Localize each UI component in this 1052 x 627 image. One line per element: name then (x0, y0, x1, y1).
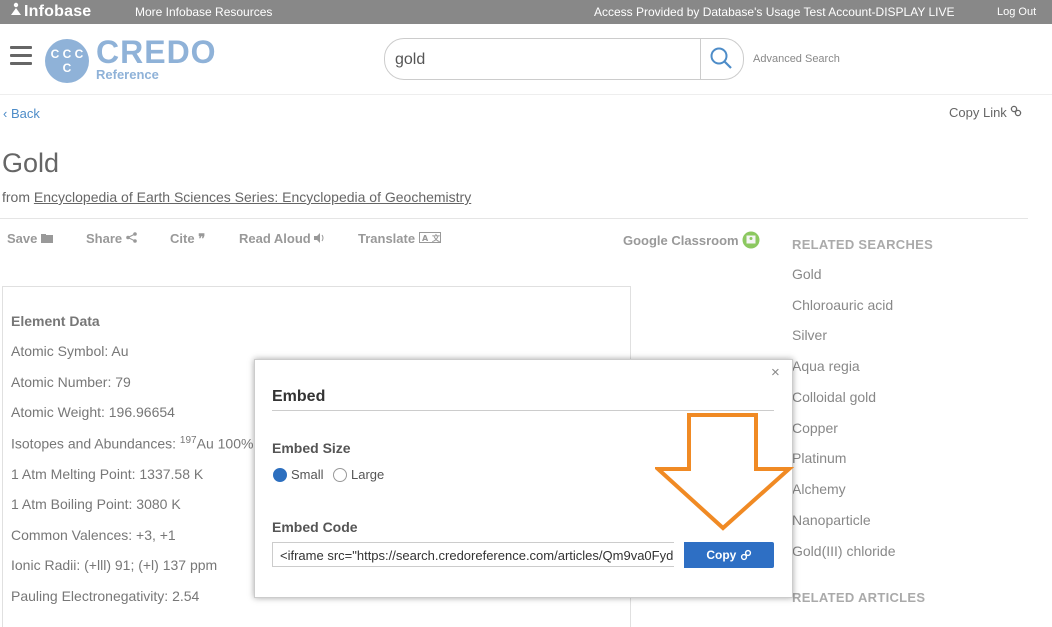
element-data-heading: Element Data (11, 313, 100, 329)
copy-button[interactable]: Copy (684, 542, 774, 568)
close-icon[interactable]: × (771, 364, 780, 381)
quote-icon: ❞ (198, 231, 206, 246)
atomic-number: Atomic Number: 79 (11, 374, 131, 390)
google-classroom-button[interactable]: Google Classroom (623, 231, 760, 249)
related-search-item[interactable]: Aqua regia (792, 358, 860, 374)
share-icon (125, 231, 137, 246)
advanced-search-link[interactable]: Advanced Search (753, 53, 840, 65)
share-button[interactable]: Share (86, 231, 137, 246)
top-bar: Infobase More Infobase Resources Access … (0, 0, 1052, 24)
embed-size-label: Embed Size (272, 440, 351, 456)
infobase-brand[interactable]: Infobase (10, 2, 91, 21)
size-small-label[interactable]: Small (291, 467, 324, 482)
related-search-item[interactable]: Nanoparticle (792, 512, 871, 528)
cite-button[interactable]: Cite ❞ (170, 231, 205, 247)
embed-code-field[interactable]: <iframe src="https://search.credoreferen… (272, 542, 674, 567)
related-articles-heading: RELATED ARTICLES (792, 590, 926, 605)
size-small-radio[interactable] (273, 468, 287, 482)
brand-label: Infobase (24, 3, 92, 20)
header: C C C C CREDO Reference gold Advanced Se… (0, 24, 1052, 95)
related-search-item[interactable]: Gold(III) chloride (792, 543, 895, 559)
related-search-item[interactable]: Colloidal gold (792, 389, 876, 405)
atomic-weight: Atomic Weight: 196.96654 (11, 404, 175, 420)
translate-button[interactable]: Translate A文 (358, 231, 441, 246)
copy-link-button[interactable]: Copy Link (949, 105, 1022, 120)
access-text: Access Provided by Database's Usage Test… (594, 5, 955, 19)
logout-link[interactable]: Log Out (997, 6, 1036, 18)
size-large-label[interactable]: Large (351, 467, 384, 482)
source-link[interactable]: Encyclopedia of Earth Sciences Series: E… (34, 189, 471, 205)
save-button[interactable]: Save (7, 231, 53, 246)
isotopes: Isotopes and Abundances: 197Au 100% (11, 435, 254, 452)
size-large-radio[interactable] (333, 468, 347, 482)
down-arrow-annotation (652, 412, 795, 537)
more-resources-link[interactable]: More Infobase Resources (135, 5, 272, 19)
credo-logo[interactable]: CREDO Reference (96, 36, 217, 82)
related-search-item[interactable]: Silver (792, 327, 827, 343)
link-icon (1010, 105, 1022, 120)
common-valences: Common Valences: +3, +1 (11, 527, 176, 543)
chevron-left-icon: ‹ (3, 106, 11, 121)
search-value: gold (395, 51, 426, 68)
modal-divider (272, 410, 774, 411)
infobase-logo-icon (10, 2, 22, 21)
logo-name: CREDO (96, 34, 217, 70)
menu-icon[interactable] (10, 46, 32, 66)
pauling-electronegativity: Pauling Electronegativity: 2.54 (11, 588, 200, 604)
related-search-item[interactable]: Platinum (792, 450, 846, 466)
svg-text:文: 文 (432, 233, 441, 243)
embed-code-label: Embed Code (272, 519, 358, 535)
search-divider (700, 39, 701, 79)
melting-point: 1 Atm Melting Point: 1337.58 K (11, 466, 204, 482)
modal-title: Embed (272, 388, 326, 405)
credo-logo-icon[interactable]: C C C C (45, 39, 89, 83)
related-search-item[interactable]: Gold (792, 266, 822, 282)
translate-icon: A文 (418, 231, 441, 246)
source-line: from Encyclopedia of Earth Sciences Seri… (2, 189, 472, 205)
ionic-radii: Ionic Radii: (+lll) 91; (+l) 137 ppm (11, 557, 218, 573)
back-link[interactable]: ‹ Back (3, 106, 40, 121)
related-search-item[interactable]: Chloroauric acid (792, 297, 893, 313)
logo-sub: Reference (96, 67, 159, 82)
search-input[interactable]: gold (384, 38, 744, 80)
read-aloud-button[interactable]: Read Aloud (239, 231, 326, 246)
related-searches-heading: RELATED SEARCHES (792, 237, 934, 252)
article-title: Gold (2, 148, 60, 178)
speaker-icon (314, 231, 326, 246)
related-search-item[interactable]: Alchemy (792, 481, 846, 497)
google-classroom-icon (742, 231, 760, 249)
boiling-point: 1 Atm Boiling Point: 3080 K (11, 496, 181, 512)
related-search-item[interactable]: Copper (792, 420, 838, 436)
svg-text:A: A (422, 234, 429, 243)
link-icon (740, 548, 752, 562)
search-icon[interactable] (708, 45, 734, 76)
atomic-symbol: Atomic Symbol: Au (11, 343, 129, 359)
divider (0, 218, 1028, 219)
folder-icon (41, 231, 53, 246)
